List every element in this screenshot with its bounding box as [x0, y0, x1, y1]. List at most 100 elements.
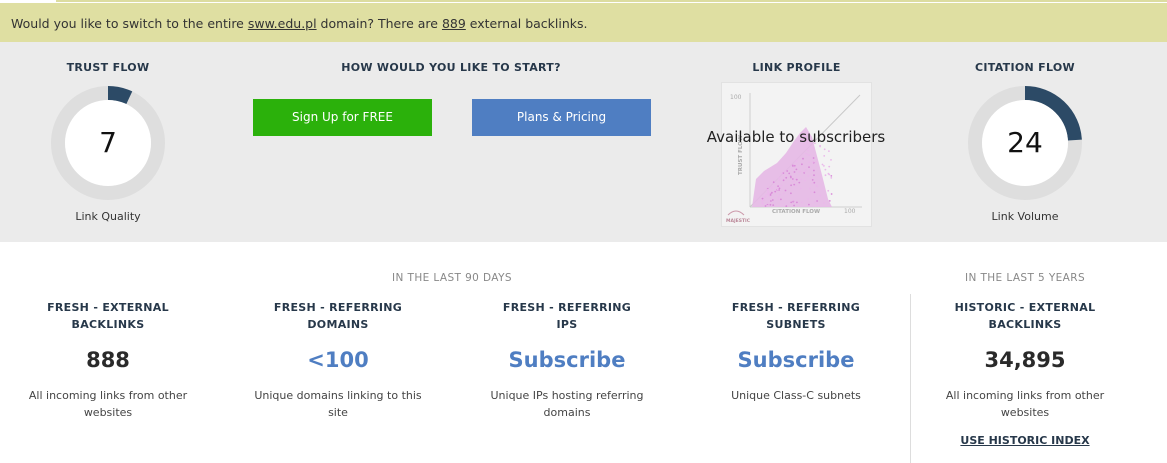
link-profile-dot — [777, 196, 780, 199]
link-profile-dot — [813, 181, 816, 184]
link-profile-dot — [807, 198, 810, 200]
link-profile-dot — [779, 194, 781, 196]
link-profile-dot — [761, 197, 764, 200]
link-profile-dot — [786, 170, 789, 172]
majestic-logo-icon: MAJESTIC — [726, 210, 751, 224]
link-profile-dot — [767, 191, 769, 193]
link-profile-dot — [801, 201, 803, 204]
link-profile-dot — [762, 203, 765, 205]
link-profile-y-max: 100 — [730, 94, 742, 101]
metric-historic-backlinks: HISTORIC - EXTERNAL BACKLINKS 34,895 All … — [925, 299, 1125, 421]
link-profile-title: LINK PROFILE — [752, 61, 841, 74]
metric-fresh-referring-subnets: FRESH - REFERRING SUBNETS Subscribe Uniqu… — [696, 299, 896, 404]
metric-label-line1: FRESH - REFERRING — [731, 301, 861, 314]
link-profile-dot — [795, 184, 798, 187]
link-profile-dot — [815, 184, 818, 187]
link-profile-dot — [827, 189, 830, 192]
metric-label-line1: HISTORIC - EXTERNAL — [954, 301, 1096, 314]
link-profile-dot — [793, 166, 796, 169]
metric-desc-line1: All incoming links from other — [28, 389, 188, 402]
link-profile-dot — [777, 185, 779, 188]
trust-flow-value: 7 — [99, 126, 117, 159]
link-profile-dot — [823, 155, 826, 157]
metric-desc-line1: Unique Class-C subnets — [731, 389, 861, 402]
metric-description: All incoming links from other websites — [925, 387, 1125, 421]
trust-flow-title: TRUST FLOW — [66, 61, 150, 74]
banner-count-link[interactable]: 889 — [442, 16, 466, 31]
link-profile-dot — [780, 184, 783, 187]
link-profile-dot — [782, 179, 785, 182]
link-profile-dot — [816, 200, 818, 202]
link-profile-dot — [778, 177, 780, 179]
link-profile-dot — [800, 178, 803, 181]
link-profile-dot — [793, 204, 795, 207]
banner-text-prefix: Would you like to switch to the entire — [11, 16, 248, 31]
link-profile-dot — [796, 201, 798, 204]
link-profile-dot — [764, 195, 767, 198]
metric-desc-line1: Unique domains linking to this — [254, 389, 422, 402]
subscribe-ips-link[interactable]: Subscribe — [467, 345, 667, 375]
metric-label: FRESH - EXTERNAL BACKLINKS — [8, 299, 208, 333]
metric-desc-line2: websites — [83, 406, 133, 419]
link-profile-dot — [830, 175, 833, 177]
plans-pricing-button[interactable]: Plans & Pricing — [472, 99, 651, 136]
metric-label-line1: FRESH - REFERRING — [502, 301, 632, 314]
link-profile-dot — [808, 187, 811, 190]
link-profile-dot — [812, 157, 815, 159]
link-profile-dot — [785, 176, 788, 179]
metric-label: FRESH - REFERRING DOMAINS — [238, 299, 438, 333]
link-profile-dot — [803, 170, 806, 173]
link-profile-dot — [830, 177, 833, 179]
link-profile-dot — [793, 183, 796, 186]
link-profile-dot — [823, 165, 825, 167]
link-profile-dot — [782, 192, 785, 195]
link-profile-dot — [784, 170, 786, 172]
banner-text-middle: domain? There are — [316, 16, 442, 31]
metric-description: Unique IPs hosting referring domains — [467, 387, 667, 421]
metric-description: Unique domains linking to this site — [238, 387, 438, 421]
link-profile-dot — [776, 188, 779, 191]
link-profile-dot — [830, 193, 833, 195]
link-profile-overlay: Available to subscribers — [706, 128, 886, 146]
link-profile-dot — [788, 172, 791, 175]
link-profile-dot — [827, 172, 830, 175]
link-profile-dot — [767, 193, 770, 196]
use-historic-index-link[interactable]: USE HISTORIC INDEX — [925, 434, 1125, 447]
link-profile-dot — [793, 164, 796, 167]
link-profile-x-max: 100 — [844, 208, 856, 215]
link-profile-dot — [761, 201, 764, 203]
link-profile-dot — [780, 198, 782, 201]
metric-label: FRESH - REFERRING SUBNETS — [696, 299, 896, 333]
link-profile-dot — [790, 176, 792, 179]
link-profile-dot — [828, 150, 830, 152]
link-profile-dot — [770, 200, 772, 202]
link-profile-dot — [791, 178, 794, 180]
link-profile-dot — [766, 188, 769, 191]
sign-up-button[interactable]: Sign Up for FREE — [253, 99, 432, 136]
metric-desc-line1: All incoming links from other — [945, 389, 1105, 402]
start-title: HOW WOULD YOU LIKE TO START? — [341, 61, 561, 74]
link-profile-dot — [790, 192, 792, 195]
metric-label-line1: FRESH - EXTERNAL — [47, 301, 169, 314]
subscribe-subnets-link[interactable]: Subscribe — [696, 345, 896, 375]
link-profile-dot — [799, 187, 802, 190]
domain-switch-banner: Would you like to switch to the entire s… — [0, 3, 1167, 42]
link-profile-dot — [763, 199, 765, 202]
link-profile-dot — [777, 198, 780, 201]
link-profile-dot — [811, 182, 814, 185]
trust-flow-gauge: 7 — [50, 85, 166, 201]
link-profile-dot — [807, 175, 810, 177]
metric-label-line2: IPS — [556, 318, 578, 331]
historic-divider — [910, 294, 911, 463]
link-profile-dot — [772, 204, 775, 206]
majestic-logo-text: MAJESTIC — [726, 218, 751, 224]
top-border — [0, 0, 1167, 3]
metric-value: 888 — [86, 348, 130, 372]
link-profile-dot — [769, 192, 771, 194]
banner-domain-link[interactable]: sww.edu.pl — [248, 16, 317, 31]
metric-value: 34,895 — [984, 348, 1066, 372]
link-profile-dot — [790, 184, 792, 187]
historic-period-label: IN THE LAST 5 YEARS — [964, 272, 1086, 284]
link-profile-dot — [793, 171, 796, 173]
metric-label-line2: DOMAINS — [307, 318, 369, 331]
